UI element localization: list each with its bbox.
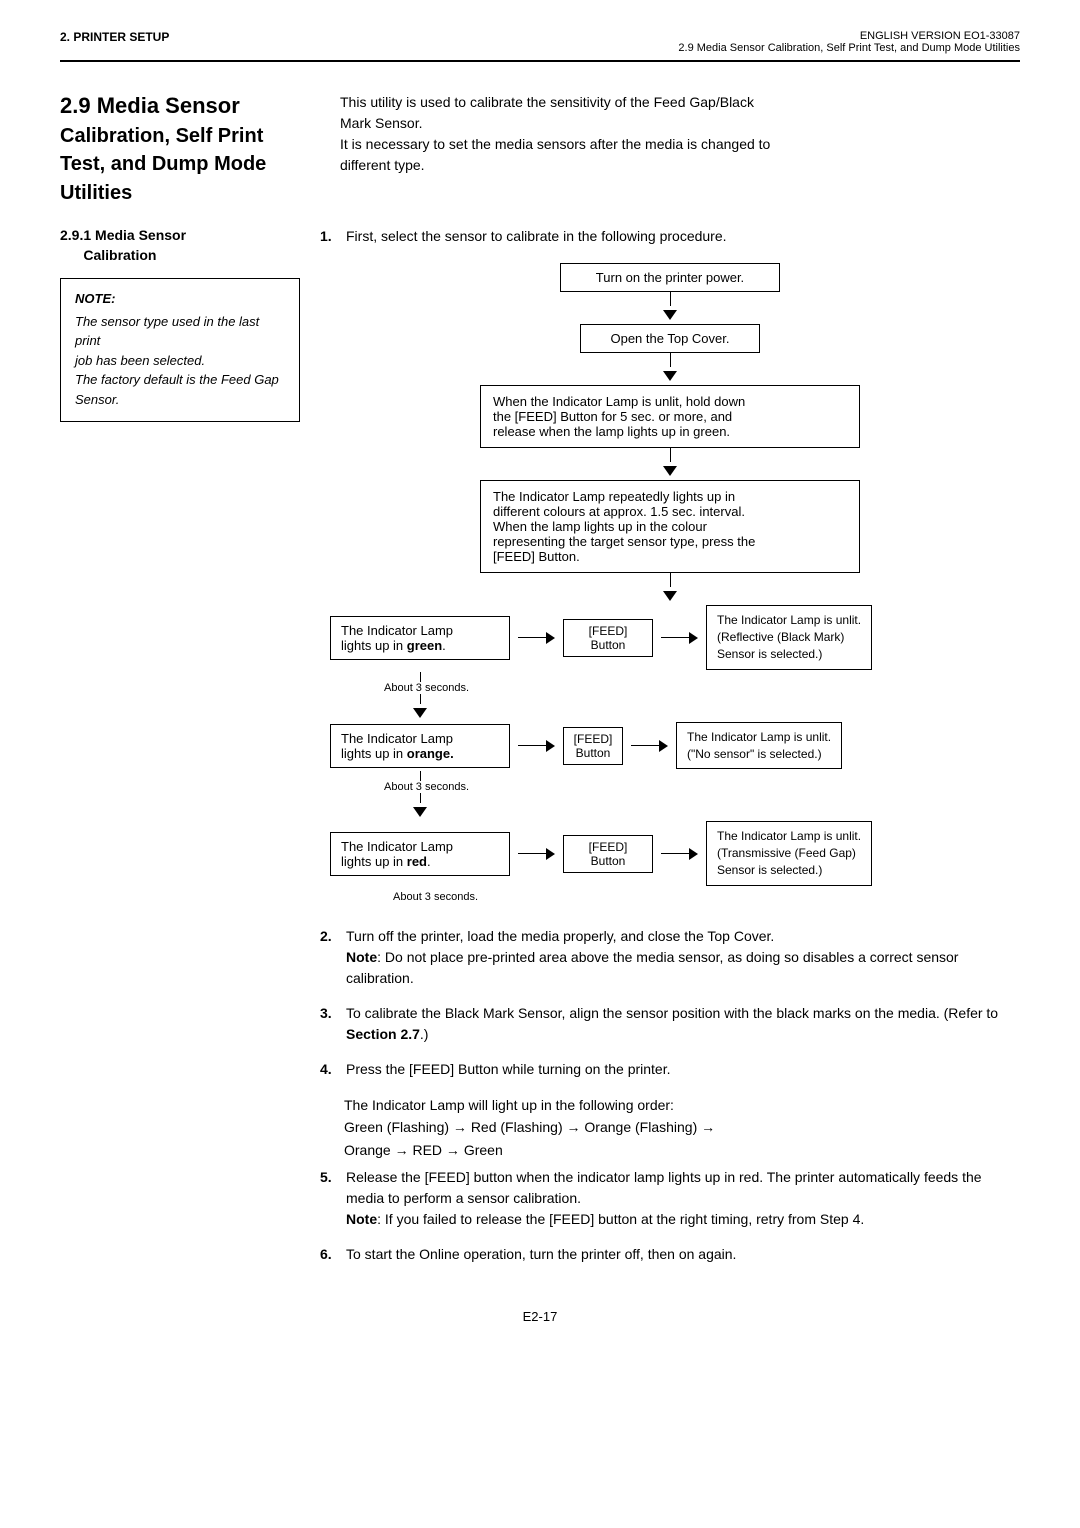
header-section-title: 2.9 Media Sensor Calibration, Self Print… [678, 42, 1020, 54]
page-number: E2-17 [523, 1309, 558, 1324]
flowchart: Turn on the printer power. Open the Top … [320, 263, 1020, 905]
branch-1-right-box: The Indicator Lamp is unlit. (Reflective… [706, 605, 872, 669]
flowchart-box-1: Turn on the printer power. [560, 263, 780, 292]
steps-list: 2. Turn off the printer, load the media … [320, 926, 1020, 1265]
branch-3-row: The Indicator Lamp lights up in red. [FE… [330, 821, 1020, 885]
branch-3-left-box: The Indicator Lamp lights up in red. [330, 832, 510, 876]
branch-2-right-box: The Indicator Lamp is unlit. ("No sensor… [676, 722, 842, 770]
left-column: 2.9.1 Media Sensor Calibration NOTE: The… [60, 226, 300, 1279]
section-title-block: 2.9 Media Sensor Calibration, Self Print… [60, 92, 340, 206]
arrow-right-3b [661, 848, 698, 860]
section-2-9-heading: 2.9 Media Sensor Calibration, Self Print… [60, 92, 1020, 206]
branch-2-feed-button: [FEED] Button [563, 727, 623, 765]
branch-1-feed-button: [FEED] Button [563, 619, 653, 657]
flowchart-box-4: The Indicator Lamp repeatedly lights up … [480, 480, 860, 573]
content-area: 2.9.1 Media Sensor Calibration NOTE: The… [60, 226, 1020, 1279]
step-3-text: To calibrate the Black Mark Sensor, alig… [346, 1003, 1020, 1045]
arrow-right-2 [518, 740, 555, 752]
branch-2-about-label: About 3 seconds. [330, 781, 1020, 793]
branch-1-about-label: About 3 seconds. [330, 682, 1020, 694]
arrow-right-1 [518, 632, 555, 644]
header-version: ENGLISH VERSION EO1-33087 [678, 30, 1020, 42]
arrow-down-1 [663, 310, 677, 320]
step-6: 6. To start the Online operation, turn t… [320, 1244, 1020, 1265]
arrow-right-2b [631, 740, 668, 752]
step-4-indent: The Indicator Lamp will light up in the … [344, 1094, 1020, 1161]
step-2-num: 2. [320, 926, 338, 989]
arrow-right-1b [661, 632, 698, 644]
branch-1-about [330, 672, 1020, 682]
branch-2-about-area [330, 771, 1020, 781]
branch-2-row: The Indicator Lamp lights up in orange. … [330, 722, 1020, 770]
step-5-num: 5. [320, 1167, 338, 1230]
step-1-num: 1. [320, 226, 338, 247]
branch-2-left-box: The Indicator Lamp lights up in orange. [330, 724, 510, 768]
note-box: NOTE: The sensor type used in the last p… [60, 278, 300, 423]
page-footer: E2-17 [60, 1309, 1020, 1324]
flowchart-box-3: When the Indicator Lamp is unlit, hold d… [480, 385, 860, 448]
flowchart-box-2: Open the Top Cover. [580, 324, 760, 353]
step-6-num: 6. [320, 1244, 338, 1265]
arrow-right-3 [518, 848, 555, 860]
arrow-down-2 [663, 371, 677, 381]
note-title: NOTE: [75, 291, 285, 306]
section-description: This utility is used to calibrate the se… [340, 92, 1020, 206]
page-header: 2. PRINTER SETUP ENGLISH VERSION EO1-330… [60, 30, 1020, 62]
arrow-down-4 [663, 591, 677, 601]
step-5-note-label: Note [346, 1211, 377, 1227]
step-5-text: Release the [FEED] button when the indic… [346, 1167, 1020, 1230]
note-body: The sensor type used in the last print j… [75, 312, 285, 410]
branch-1-row: The Indicator Lamp lights up in green. [… [330, 605, 1020, 669]
section-number-title: 2.9 Media Sensor Calibration, Self Print… [60, 92, 340, 206]
branch-2-arrow-head [413, 803, 1020, 821]
header-section-label: 2. PRINTER SETUP [60, 30, 169, 44]
step-4-num: 4. [320, 1059, 338, 1080]
step-2-text: Turn off the printer, load the media pro… [346, 926, 1020, 989]
step-3-num: 3. [320, 1003, 338, 1045]
step-1: 1. First, select the sensor to calibrate… [320, 226, 1020, 247]
branch-1-arrow-down [330, 694, 1020, 704]
step-3: 3. To calibrate the Black Mark Sensor, a… [320, 1003, 1020, 1045]
step-4-text: Press the [FEED] Button while turning on… [346, 1059, 1020, 1080]
step-6-text: To start the Online operation, turn the … [346, 1244, 1020, 1265]
branch-3-right-box: The Indicator Lamp is unlit. (Transmissi… [706, 821, 872, 885]
branch-1-left-box: The Indicator Lamp lights up in green. [330, 616, 510, 660]
step-5: 5. Release the [FEED] button when the in… [320, 1167, 1020, 1230]
step-4: 4. Press the [FEED] Button while turning… [320, 1059, 1020, 1080]
branch-2-arrow-down [330, 793, 1020, 803]
header-right: ENGLISH VERSION EO1-33087 2.9 Media Sens… [678, 30, 1020, 54]
branch-3-feed-button: [FEED] Button [563, 835, 653, 873]
step-1-text: First, select the sensor to calibrate in… [346, 226, 1020, 247]
step-2: 2. Turn off the printer, load the media … [320, 926, 1020, 989]
branch-1-arrow-head [413, 704, 1020, 722]
branch-3-about-label: About 3 seconds. [330, 888, 1020, 906]
right-column: 1. First, select the sensor to calibrate… [320, 226, 1020, 1279]
subsection-heading: 2.9.1 Media Sensor Calibration [60, 226, 300, 265]
page: 2. PRINTER SETUP ENGLISH VERSION EO1-330… [0, 0, 1080, 1528]
step-2-note-label: Note [346, 949, 377, 965]
arrow-down-3 [663, 466, 677, 476]
